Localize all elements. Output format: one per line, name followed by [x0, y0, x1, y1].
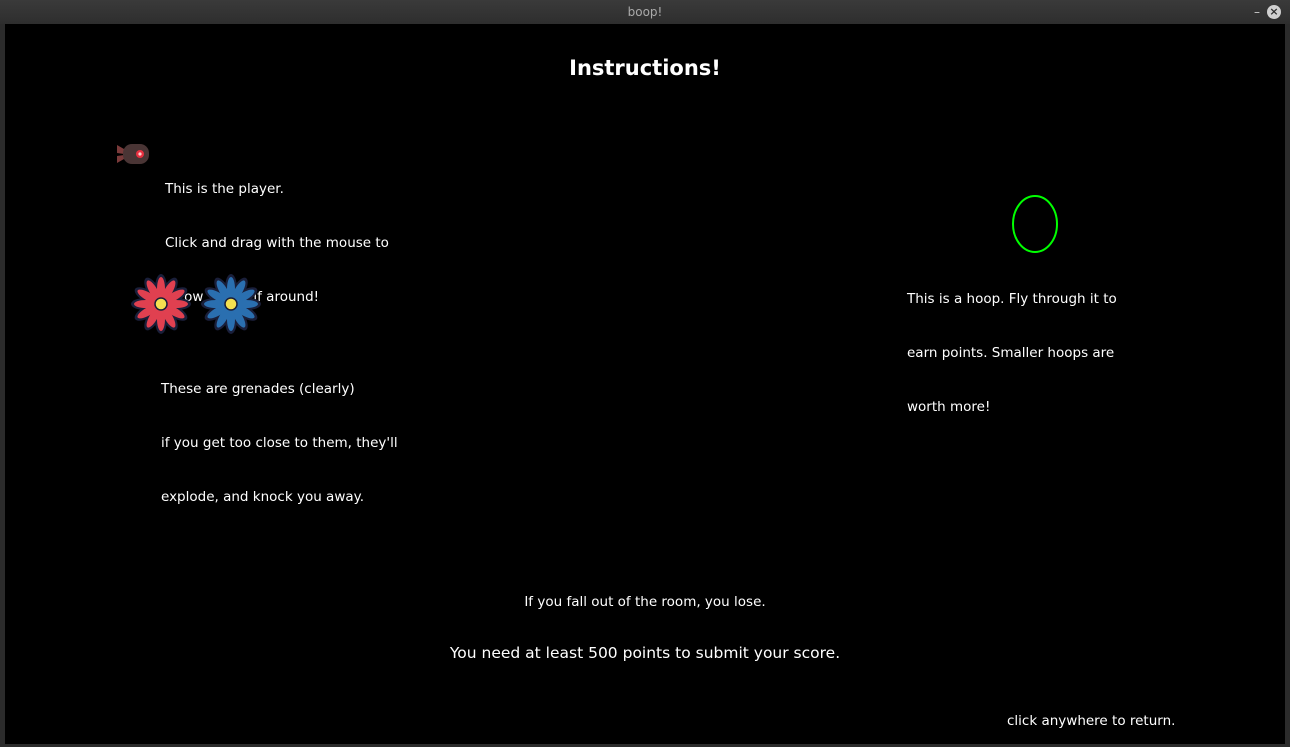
player-description: This is the player. Click and drag with … — [165, 144, 389, 342]
player-line-3: throw yourself around! — [165, 289, 320, 305]
player-line-2: Click and drag with the mouse to — [165, 235, 389, 251]
grenades-line-2: if you get too close to them, they'll — [161, 435, 398, 451]
hoop-line-2: earn points. Smaller hoops are — [907, 345, 1115, 361]
minimize-icon[interactable]: – — [1250, 5, 1264, 19]
grenades-line-1: These are grenades (clearly) — [161, 381, 355, 397]
fall-warning-text: If you fall out of the room, you lose. — [524, 594, 766, 610]
blue-flower-grenade-icon — [201, 274, 261, 334]
hoop-line-3: worth more! — [907, 399, 991, 415]
hoop-description: This is a hoop. Fly through it to earn p… — [907, 254, 1117, 452]
return-prompt[interactable]: click anywhere to return. — [1007, 712, 1175, 730]
score-requirement-text: You need at least 500 points to submit y… — [449, 644, 841, 662]
game-canvas[interactable]: Instructions! This is the player. Click … — [5, 24, 1285, 744]
player-line-1: This is the player. — [165, 181, 284, 197]
instructions-heading: Instructions! — [569, 56, 721, 80]
red-flower-grenade-icon — [131, 274, 191, 334]
player-ship-icon — [117, 144, 149, 164]
hoop-icon — [1012, 195, 1058, 253]
window-titlebar: boop! – × — [0, 0, 1290, 24]
close-icon[interactable]: × — [1267, 5, 1281, 19]
window-title: boop! — [627, 5, 663, 19]
hoop-line-1: This is a hoop. Fly through it to — [907, 291, 1117, 307]
grenades-description: These are grenades (clearly) if you get … — [161, 344, 398, 542]
grenades-line-3: explode, and knock you away. — [161, 489, 364, 505]
